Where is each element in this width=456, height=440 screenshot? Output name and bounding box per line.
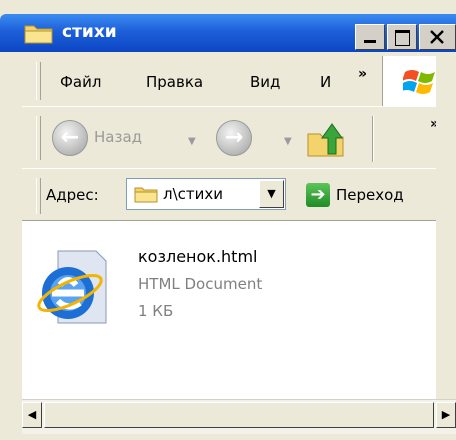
standard-toolbar: ← Назад ▼ → ▼ » — [0, 108, 456, 169]
back-label: Назад — [94, 128, 143, 146]
back-dropdown-icon[interactable]: ▼ — [188, 136, 196, 147]
address-value: л\стихи — [163, 185, 223, 203]
minimize-button[interactable] — [355, 24, 385, 50]
close-button[interactable] — [419, 24, 456, 50]
address-input[interactable]: л\стихи ▼ — [126, 178, 286, 210]
menubar-grip[interactable] — [36, 62, 41, 100]
file-name: козленок.html — [138, 247, 258, 266]
minimize-icon — [364, 40, 376, 43]
back-arrow-icon: ← — [52, 120, 88, 156]
toolbar-separator — [372, 116, 374, 162]
horizontal-scrollbar[interactable]: ◀ ▶ — [22, 399, 456, 434]
folder-up-icon[interactable] — [306, 120, 346, 158]
window-frame-left — [0, 52, 22, 440]
ie-document-icon — [37, 250, 107, 324]
maximize-icon — [395, 30, 410, 46]
forward-dropdown-icon[interactable]: ▼ — [284, 136, 292, 147]
menu-file[interactable]: Файл — [60, 73, 101, 91]
forward-arrow-icon: → — [216, 120, 252, 156]
back-button[interactable]: ← Назад — [52, 120, 182, 156]
title-bar[interactable]: стихи — [0, 14, 456, 52]
scroll-right-button[interactable]: ▶ — [436, 402, 456, 428]
chevron-down-icon: ▼ — [267, 187, 276, 200]
go-arrow-icon[interactable]: ➔ — [306, 183, 330, 207]
address-dropdown-button[interactable]: ▼ — [259, 180, 284, 208]
folder-icon — [24, 25, 53, 44]
close-icon — [430, 30, 444, 44]
scroll-right-icon: ▶ — [441, 408, 451, 421]
go-button[interactable]: Переход — [336, 186, 404, 204]
window-title: стихи — [62, 22, 117, 42]
toolbar-grip[interactable] — [36, 116, 41, 160]
addressbar-grip[interactable] — [36, 178, 41, 214]
address-label: Адрес: — [46, 186, 99, 204]
forward-button[interactable]: → — [216, 120, 252, 156]
explorer-window: стихи Файл Правка Вид И » ← Назад ▼ → ▼ … — [0, 0, 456, 440]
menu-edit[interactable]: Правка — [146, 73, 203, 91]
file-type: HTML Document — [138, 275, 263, 293]
address-folder-icon — [134, 187, 158, 203]
scroll-left-icon: ◀ — [27, 408, 37, 421]
address-bar: Адрес: л\стихи ▼ ➔ Переход — [0, 170, 456, 221]
menu-view[interactable]: Вид — [250, 73, 280, 91]
menu-overflow-chevron[interactable]: » — [358, 66, 367, 82]
scroll-left-button[interactable]: ◀ — [22, 402, 42, 428]
file-size: 1 КБ — [138, 302, 174, 320]
window-frame-right — [436, 52, 456, 440]
menu-favorites-truncated[interactable]: И — [320, 73, 331, 91]
windows-logo-icon — [403, 70, 435, 94]
maximize-button[interactable] — [387, 24, 417, 50]
scrollbar-thumb[interactable] — [44, 402, 434, 428]
file-list[interactable]: козленок.html HTML Document 1 КБ — [22, 221, 436, 399]
